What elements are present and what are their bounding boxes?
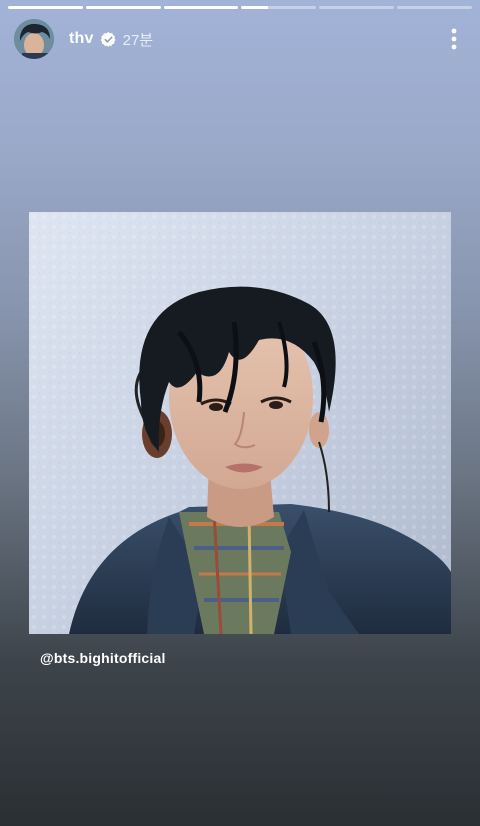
story-photo [29,212,451,634]
mention-tag[interactable]: @bts.bighitofficial [40,650,166,666]
story-progress-fill [241,6,268,9]
verified-badge-icon [100,31,116,47]
timestamp: 27분 [122,31,154,49]
story-progress-fill [8,6,83,9]
story-progress-segment [8,6,83,9]
story-progress-segment [319,6,395,9]
more-vertical-icon [451,28,457,50]
avatar[interactable] [14,19,54,59]
story-header: thv 27분 [14,19,466,59]
more-options-button[interactable] [442,24,466,54]
story-progress-segment [163,6,239,9]
username[interactable]: thv [69,30,94,48]
story-progress-segment [241,6,317,9]
avatar-image [14,19,54,59]
story-progress-bar [8,6,472,9]
story-progress-fill [85,6,161,9]
portrait-illustration [29,212,451,634]
story-progress-segment [85,6,161,9]
story-progress-fill [163,6,239,9]
story-progress-segment [397,6,472,9]
